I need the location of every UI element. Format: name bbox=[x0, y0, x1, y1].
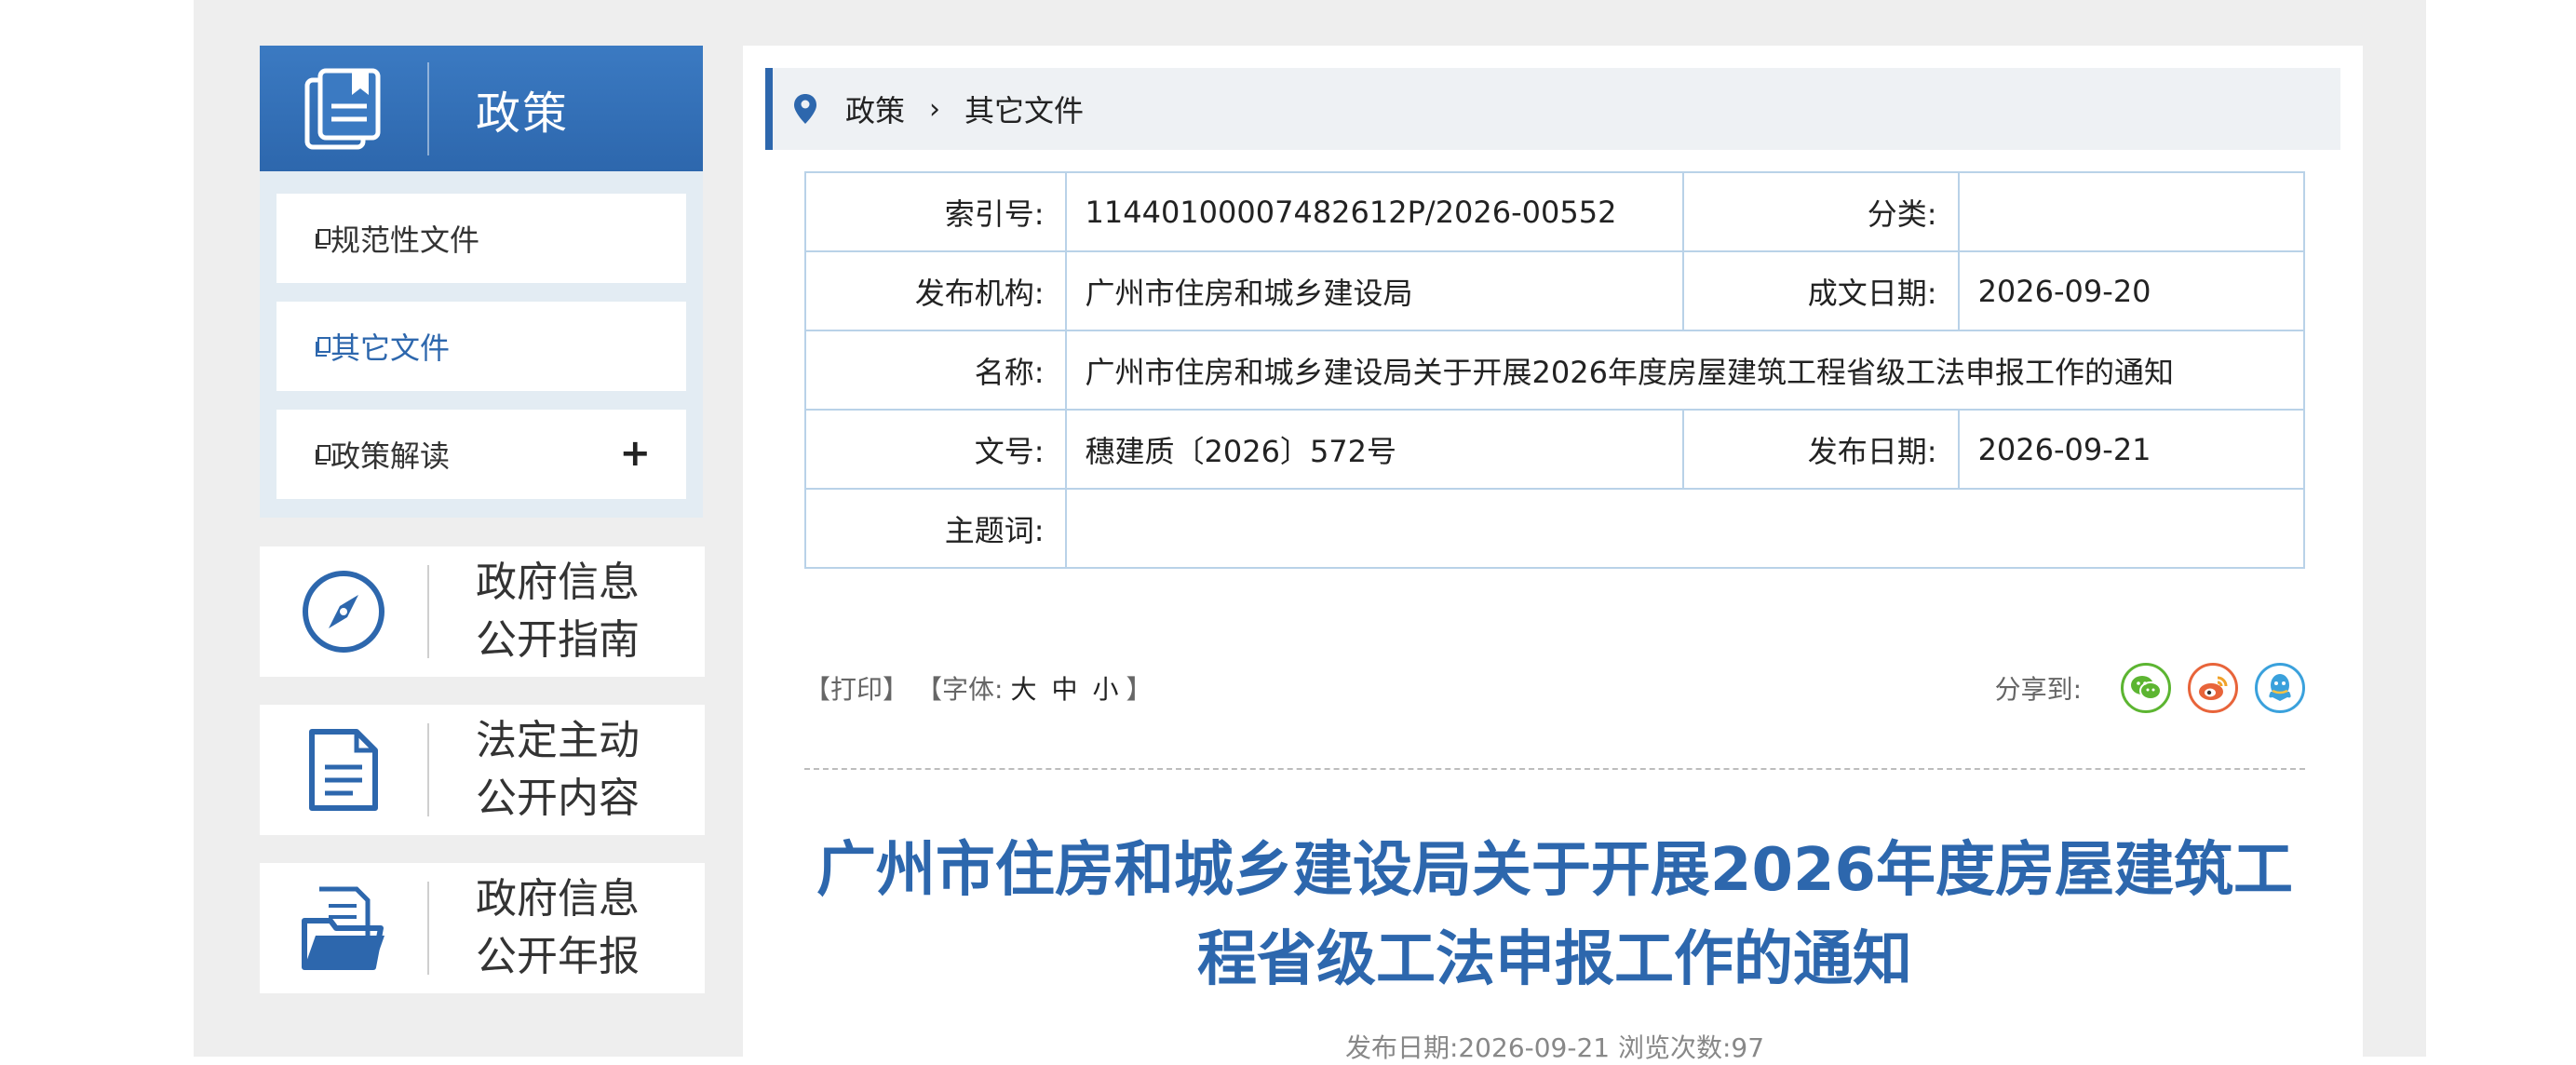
meta-label: 分类: bbox=[1682, 171, 1960, 252]
breadcrumb: 政策 › 其它文件 bbox=[765, 68, 2340, 150]
meta-label: 成文日期: bbox=[1682, 250, 1960, 331]
table-row: 文号: 穗建质〔2026〕572号 发布日期: 2026-09-21 bbox=[804, 409, 2306, 490]
sidebar-item-policy-interpretation[interactable]: 政策解读 + bbox=[276, 410, 686, 499]
meta-label: 名称: bbox=[804, 330, 1067, 411]
card-label: 政府信息 公开指南 bbox=[429, 554, 640, 669]
location-pin-icon bbox=[794, 94, 816, 124]
meta-value bbox=[1064, 488, 2305, 569]
qq-penguin-icon bbox=[2269, 674, 2291, 701]
font-size-prefix: 【字体: bbox=[916, 674, 1004, 705]
wechat-icon bbox=[2131, 676, 2162, 700]
share-group: 分享到: bbox=[1995, 660, 2305, 716]
card-label-line: 公开指南 bbox=[476, 616, 640, 664]
breadcrumb-current[interactable]: 其它文件 bbox=[964, 88, 1084, 130]
dashed-divider bbox=[804, 768, 2305, 770]
weibo-icon bbox=[2199, 676, 2228, 700]
meta-value bbox=[1957, 171, 2306, 252]
sidebar-item-normative-docs[interactable]: 规范性文件 bbox=[276, 194, 686, 283]
weibo-share-button[interactable] bbox=[2188, 663, 2238, 713]
table-row: 发布机构: 广州市住房和城乡建设局 成文日期: 2026-09-20 bbox=[804, 250, 2306, 331]
meta-value: 穗建质〔2026〕572号 bbox=[1064, 409, 1685, 490]
card-label-line: 公开内容 bbox=[476, 775, 640, 822]
font-small-button[interactable]: 小 bbox=[1092, 669, 1118, 707]
card-label: 政府信息 公开年报 bbox=[429, 870, 640, 986]
main-content: 政策 › 其它文件 索引号: 11440100007482612P/2026-0… bbox=[743, 46, 2363, 1063]
article-title: 广州市住房和城乡建设局关于开展2026年度房屋建筑工 程省级工法申报工作的通知 bbox=[804, 826, 2305, 1004]
copy-doc-icon bbox=[316, 445, 330, 465]
sidebar-menu: 规范性文件 其它文件 政策解读 + bbox=[260, 171, 703, 518]
sidebar-item-label: 政策解读 bbox=[330, 438, 451, 474]
document-icon bbox=[260, 705, 427, 835]
sidebar-item-label: 其它文件 bbox=[330, 330, 451, 366]
expand-plus-icon[interactable]: + bbox=[619, 432, 651, 475]
article-title-line: 程省级工法申报工作的通知 bbox=[1197, 925, 1912, 994]
share-label: 分享到: bbox=[1994, 674, 2082, 705]
print-button[interactable]: 【打印】 bbox=[804, 669, 909, 707]
sidebar-header: 政策 bbox=[260, 46, 703, 171]
card-label-line: 政府信息 bbox=[476, 875, 640, 923]
table-row: 名称: 广州市住房和城乡建设局关于开展2026年度房屋建筑工程省级工法申报工作的… bbox=[804, 330, 2305, 411]
card-label-line: 公开年报 bbox=[476, 933, 640, 980]
meta-label: 发布机构: bbox=[804, 250, 1067, 331]
card-statutory-disclosure[interactable]: 法定主动 公开内容 bbox=[260, 705, 705, 835]
table-row: 主题词: bbox=[804, 488, 2305, 569]
sidebar-item-other-docs[interactable]: 其它文件 bbox=[276, 302, 686, 391]
table-row: 索引号: 11440100007482612P/2026-00552 分类: bbox=[804, 171, 2306, 252]
qq-share-button[interactable] bbox=[2255, 663, 2305, 713]
meta-label: 索引号: bbox=[804, 171, 1067, 252]
font-size-suffix: 】 bbox=[1126, 674, 1153, 705]
meta-label: 主题词: bbox=[804, 488, 1067, 569]
sidebar-title: 政策 bbox=[476, 87, 570, 140]
copy-doc-icon bbox=[316, 229, 330, 249]
meta-label: 文号: bbox=[804, 409, 1067, 490]
font-large-button[interactable]: 大 bbox=[1010, 669, 1036, 707]
sidebar-item-label: 规范性文件 bbox=[330, 222, 480, 258]
chevron-right-icon: › bbox=[929, 92, 941, 126]
card-gov-info-guide[interactable]: 政府信息 公开指南 bbox=[260, 546, 705, 677]
article-toolbar: 【打印】 【字体: 大 中 小 】 分享到: bbox=[804, 660, 2305, 716]
meta-value: 广州市住房和城乡建设局 bbox=[1064, 250, 1685, 331]
card-label-line: 政府信息 bbox=[476, 559, 640, 606]
wechat-share-button[interactable] bbox=[2121, 663, 2171, 713]
meta-value: 11440100007482612P/2026-00552 bbox=[1064, 171, 1685, 252]
policy-book-icon bbox=[260, 46, 427, 171]
folder-icon bbox=[260, 863, 427, 993]
meta-value: 2026-09-21 bbox=[1957, 409, 2306, 490]
publish-info: 发布日期:2026-09-21 浏览次数:97 bbox=[1344, 1032, 1765, 1063]
card-label: 法定主动 公开内容 bbox=[429, 712, 640, 828]
meta-value: 2026-09-20 bbox=[1957, 250, 2306, 331]
meta-label: 发布日期: bbox=[1682, 409, 1960, 490]
card-label-line: 法定主动 bbox=[476, 717, 640, 764]
article-title-line: 广州市住房和城乡建设局关于开展2026年度房屋建筑工 bbox=[816, 836, 2294, 905]
document-meta-table: 索引号: 11440100007482612P/2026-00552 分类: 发… bbox=[804, 171, 2306, 569]
font-medium-button[interactable]: 中 bbox=[1051, 669, 1077, 707]
compass-icon bbox=[260, 546, 427, 677]
breadcrumb-root-link[interactable]: 政策 bbox=[845, 88, 905, 130]
card-annual-report[interactable]: 政府信息 公开年报 bbox=[260, 863, 705, 993]
copy-doc-icon bbox=[316, 337, 330, 357]
meta-value: 广州市住房和城乡建设局关于开展2026年度房屋建筑工程省级工法申报工作的通知 bbox=[1064, 330, 2305, 411]
